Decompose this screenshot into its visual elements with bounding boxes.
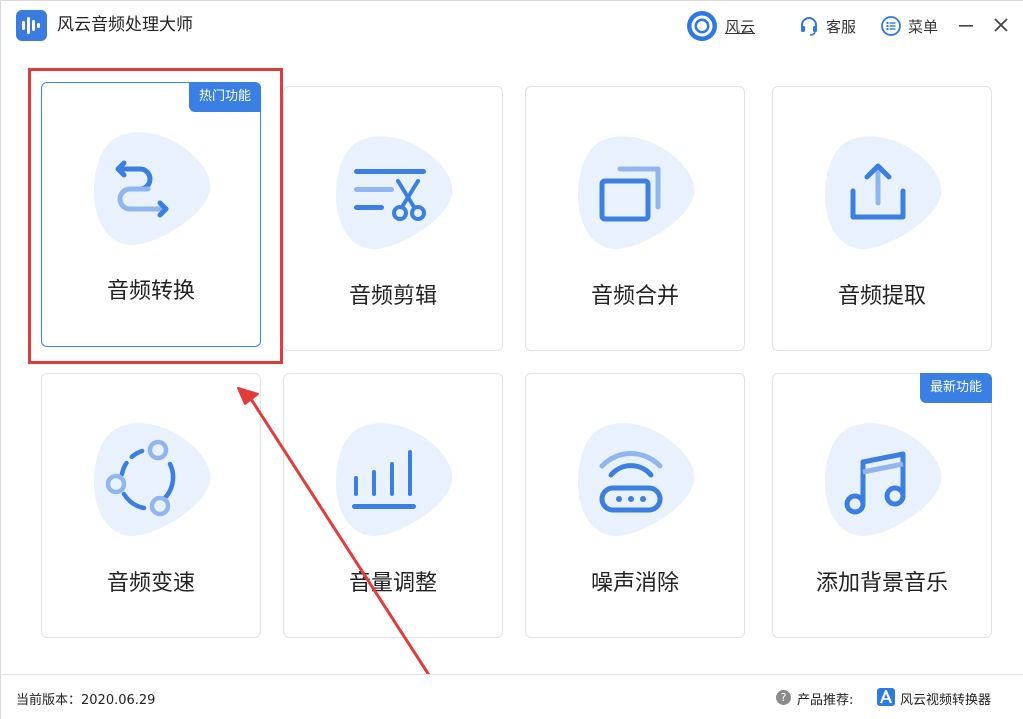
upload-tray-icon — [825, 136, 942, 249]
card-audio-speed[interactable]: 音频变速 — [41, 373, 261, 638]
scissors-list-icon — [336, 136, 453, 249]
card-add-bgm[interactable]: 最新功能 添加背景音乐 — [772, 373, 992, 638]
video-converter-logo-icon — [877, 688, 895, 706]
card-volume-adjust[interactable]: 音量调整 — [283, 373, 503, 638]
feature-grid: 热门功能 音频转换 音频剪辑 音频合并 音频提取 音频变速 音量调整 噪声消除 … — [1, 51, 1023, 674]
user-name-label: 风云 — [725, 17, 756, 36]
card-label: 音频变速 — [106, 571, 195, 596]
close-button[interactable] — [991, 15, 1011, 35]
merge-squares-icon — [578, 136, 695, 249]
volume-bars-icon — [336, 423, 453, 536]
swap-arrows-icon — [94, 132, 211, 245]
circle-nodes-icon — [94, 423, 211, 536]
app-logo-icon — [16, 10, 47, 41]
menu-label: 菜单 — [908, 17, 939, 36]
music-note-icon — [825, 423, 942, 536]
card-label: 音频剪辑 — [348, 284, 437, 309]
card-audio-extract[interactable]: 音频提取 — [772, 86, 992, 351]
version-text: 当前版本：2020.06.29 — [16, 693, 156, 708]
hot-feature-badge: 热门功能 — [188, 82, 261, 112]
minimize-button[interactable] — [957, 15, 975, 35]
card-label: 噪声消除 — [590, 571, 679, 596]
menu-list-icon — [881, 16, 901, 36]
app-window: 风云音频处理大师 风云 客服 菜单 热门功能 音频转换 音频剪辑 音频合并 音频… — [0, 0, 1023, 719]
title-bar: 风云音频处理大师 风云 客服 菜单 — [1, 1, 1023, 51]
status-footer: 当前版本：2020.06.29 ? 产品推荐: 风云视频转换器 — [1, 674, 1023, 719]
headset-icon — [801, 17, 817, 36]
router-wifi-icon — [578, 423, 695, 536]
card-audio-convert[interactable]: 热门功能 音频转换 — [41, 82, 261, 347]
user-avatar-icon — [687, 11, 717, 41]
app-title: 风云音频处理大师 — [57, 15, 193, 35]
menu-button[interactable]: 菜单 — [880, 13, 938, 39]
card-noise-removal[interactable]: 噪声消除 — [525, 373, 745, 638]
minimize-icon — [959, 25, 973, 27]
close-icon — [994, 18, 1008, 32]
card-label: 音频提取 — [837, 284, 926, 309]
recommended-product-link[interactable]: 风云视频转换器 — [900, 689, 991, 708]
user-account-button[interactable]: 风云 — [687, 11, 756, 41]
customer-service-button[interactable]: 客服 — [798, 13, 856, 39]
card-label: 添加背景音乐 — [815, 571, 948, 596]
new-feature-badge: 最新功能 — [919, 373, 992, 403]
card-audio-cut[interactable]: 音频剪辑 — [283, 86, 503, 351]
card-label: 音频合并 — [590, 284, 679, 309]
recommend-label: 产品推荐: — [797, 693, 854, 708]
card-label: 音频转换 — [106, 279, 195, 304]
card-label: 音量调整 — [348, 571, 437, 596]
customer-service-label: 客服 — [826, 17, 857, 36]
help-icon[interactable]: ? — [776, 690, 791, 705]
card-audio-merge[interactable]: 音频合并 — [525, 86, 745, 351]
